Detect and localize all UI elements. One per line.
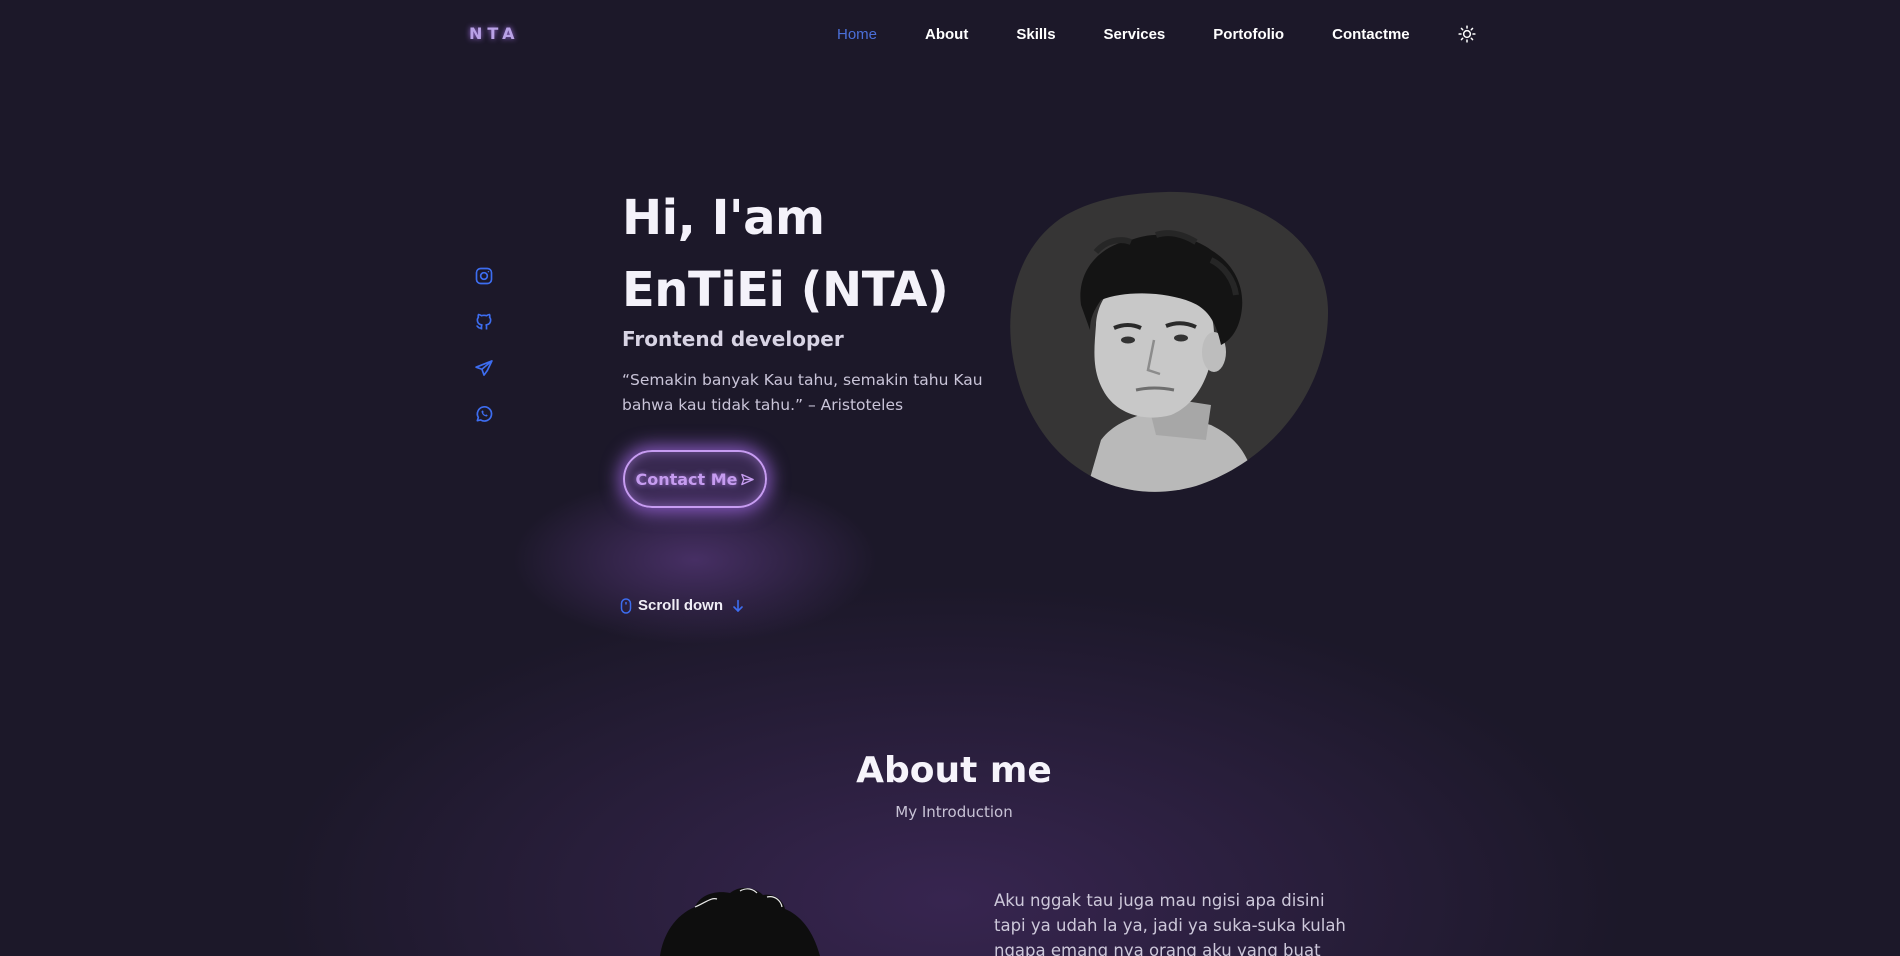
arrow-down-icon [733, 599, 743, 612]
scroll-down-label: Scroll down [638, 597, 724, 614]
telegram-icon[interactable] [474, 358, 494, 378]
profile-avatar [1006, 190, 1330, 492]
nav-links: Home About Skills Services Portofolio Co… [837, 24, 1476, 44]
hero-role: Frontend developer [622, 327, 844, 351]
instagram-icon[interactable] [474, 266, 494, 286]
nav-item-services[interactable]: Services [1104, 26, 1166, 43]
navbar: NTA Home About Skills Services Portofoli… [0, 0, 1900, 68]
about-title: About me [856, 750, 1052, 791]
contact-me-label: Contact Me [635, 469, 738, 489]
about-photo [655, 885, 845, 956]
nav-item-portofolio[interactable]: Portofolio [1213, 26, 1284, 43]
hero-quote: “Semakin banyak Kau tahu, semakin tahu K… [622, 371, 983, 414]
whatsapp-icon[interactable] [474, 404, 494, 424]
scroll-down-link[interactable]: Scroll down [620, 597, 745, 614]
mouse-icon [620, 597, 632, 614]
social-links [474, 266, 494, 450]
about-text: Aku nggak tau juga mau ngisi apa disini … [994, 891, 1346, 956]
hero-title: Hi, I'am EnTiEi (NTA) [622, 190, 949, 318]
github-icon[interactable] [474, 312, 494, 332]
about-subtitle: My Introduction [895, 803, 1013, 821]
nav-item-skills[interactable]: Skills [1016, 26, 1055, 43]
nav-item-about[interactable]: About [925, 26, 968, 43]
nav-item-contactme[interactable]: Contactme [1332, 26, 1410, 43]
contact-me-button[interactable]: Contact Me [623, 450, 767, 508]
logo[interactable]: NTA [469, 24, 519, 43]
sun-icon[interactable] [1458, 25, 1476, 43]
send-icon [740, 473, 754, 485]
nav-item-home[interactable]: Home [837, 26, 877, 43]
